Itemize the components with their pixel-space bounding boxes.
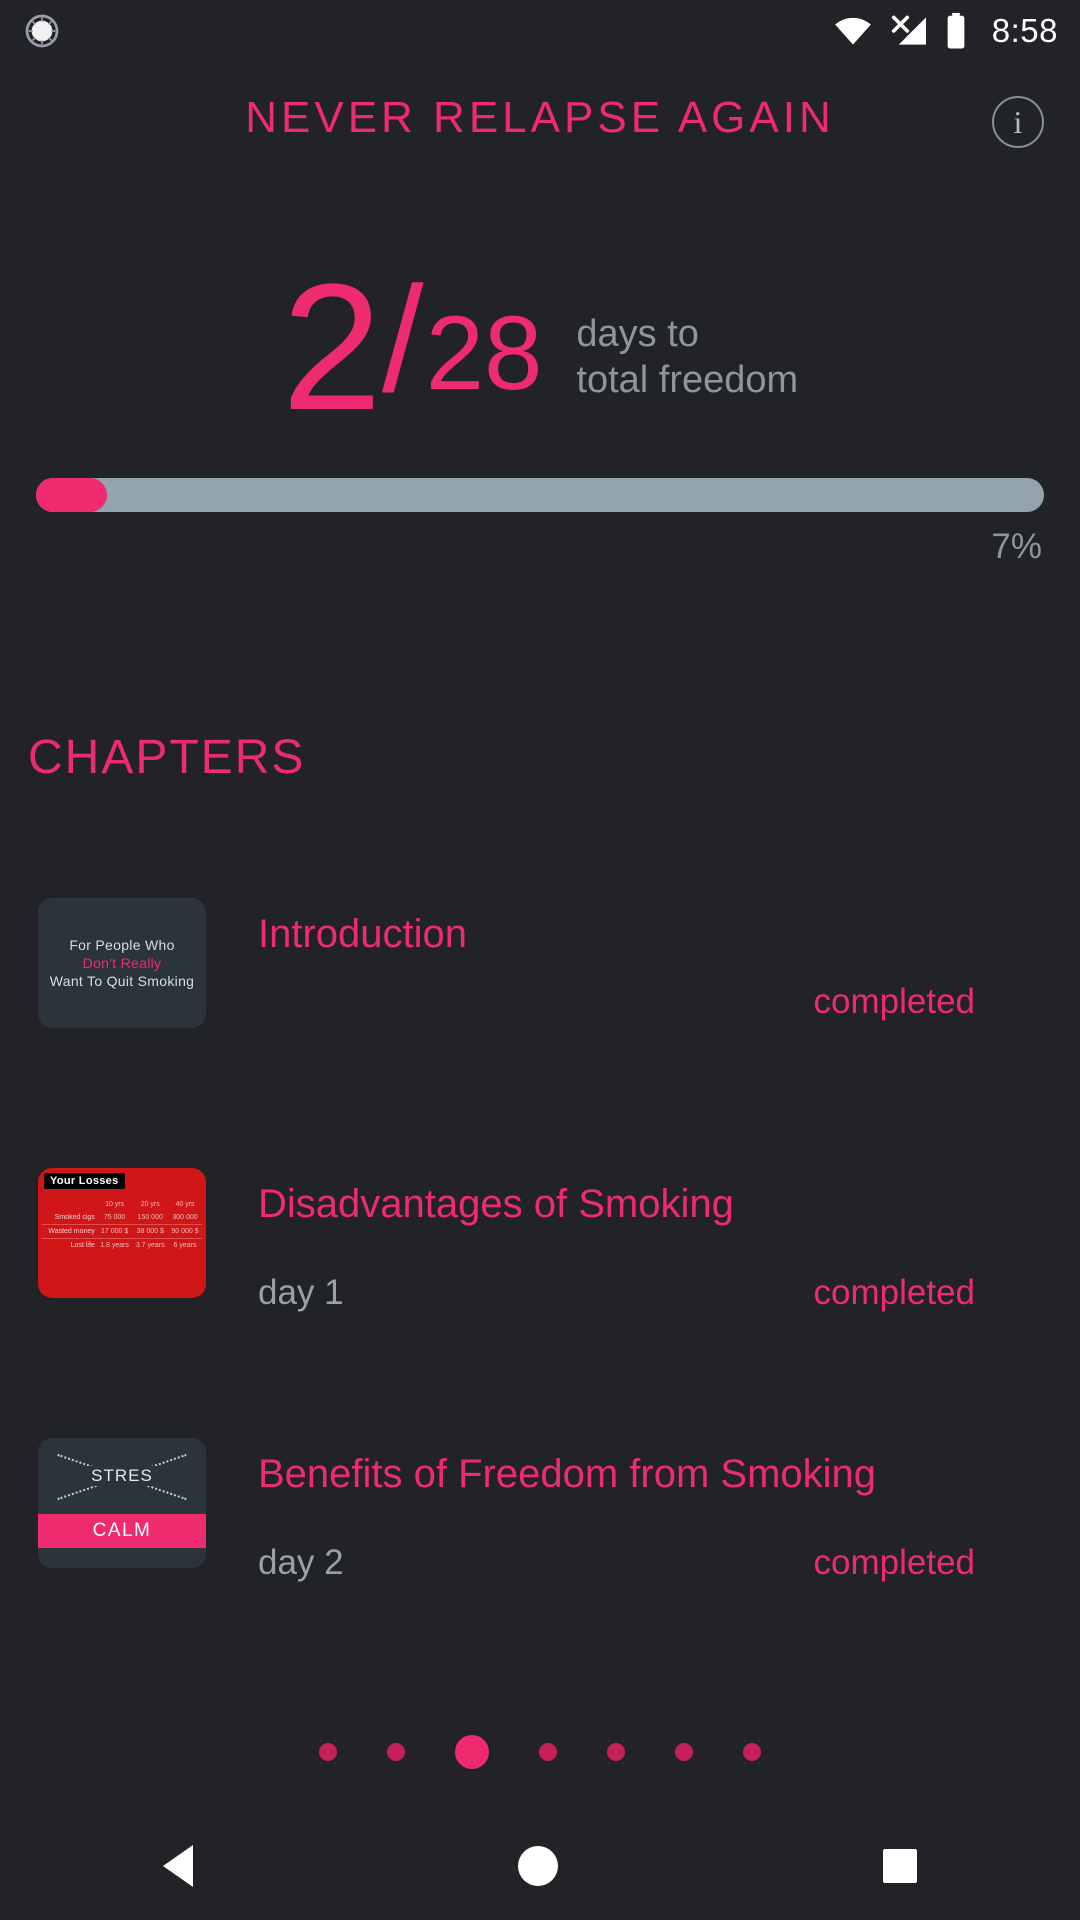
info-icon-glyph: i xyxy=(1013,104,1023,140)
cell-0-1: 150 000 xyxy=(132,1211,169,1225)
table-row: Lost life 1.8 years 3.7 years 6 years xyxy=(42,1239,202,1253)
cell-1-1: 38 000 $ xyxy=(132,1224,169,1239)
table-col-0: 10 yrs xyxy=(105,1201,125,1208)
page-title: NEVER RELAPSE AGAIN xyxy=(245,93,835,142)
status-bar-left xyxy=(22,11,62,51)
status-bar: 8:58 xyxy=(0,0,1080,62)
days-total: 28 xyxy=(425,294,543,412)
chapters-list: For People Who Don't Really Want To Quit… xyxy=(0,890,1080,1700)
alarm-icon xyxy=(25,14,59,48)
row-label-0: Smoked cigs xyxy=(42,1211,97,1225)
nav-home-icon[interactable] xyxy=(517,1846,558,1886)
cell-1-2: 90 000 $ xyxy=(168,1224,202,1239)
days-counter-label-line1: days to xyxy=(576,313,699,356)
pagination-dot[interactable] xyxy=(607,1743,625,1761)
chapter-day-label: day 2 xyxy=(258,1543,344,1582)
cell-2-0: 1.8 years xyxy=(100,1242,129,1249)
table-row: Wasted money 17 000 $ 38 000 $ 90 000 $ xyxy=(42,1224,202,1239)
days-counter-label: days to total freedom xyxy=(576,311,798,404)
chapter-title: Introduction xyxy=(258,912,468,956)
chapters-heading: CHAPTERS xyxy=(28,731,306,784)
table-row: Smoked cigs 75 000 150 000 300 000 xyxy=(42,1211,202,1225)
nav-recents-icon[interactable] xyxy=(883,1849,918,1883)
chapter-day-label: day 1 xyxy=(258,1273,344,1312)
chapter-item-introduction[interactable]: For People Who Don't Really Want To Quit… xyxy=(0,890,1080,1160)
chapter-thumbnail-benefits[interactable]: STRES CALM xyxy=(38,1438,206,1568)
chapter-title: Disadvantages of Smoking xyxy=(258,1182,734,1226)
thumb-spacer xyxy=(38,1548,206,1568)
cell-0-2: 300 000 xyxy=(168,1211,202,1225)
thumb-losses-badge: Your Losses xyxy=(44,1173,125,1189)
table-col-2: 40 yrs xyxy=(175,1201,195,1208)
wifi-icon xyxy=(834,17,871,45)
cell-2-2: 6 years xyxy=(173,1242,197,1249)
row-label-2: Lost life xyxy=(70,1242,95,1249)
days-current: 2 xyxy=(281,247,382,448)
chapter-status-badge: completed xyxy=(813,1273,975,1312)
days-counter: 2 / 28 days to total freedom xyxy=(0,254,1080,438)
status-bar-clock: 8:58 xyxy=(991,12,1058,49)
nav-back-icon[interactable] xyxy=(162,1845,193,1887)
thumb-losses-table: 10 yrs 20 yrs 40 yrs Smoked cigs 75 000 … xyxy=(42,1198,202,1252)
progress-bar-fill xyxy=(36,478,107,512)
row-label-1: Wasted money xyxy=(42,1224,97,1239)
thumb-intro-line3: Want To Quit Smoking xyxy=(49,973,195,989)
info-icon[interactable]: i xyxy=(992,96,1044,148)
thumb-stress-group: STRES xyxy=(38,1438,206,1514)
thumb-calm-band: CALM xyxy=(38,1514,206,1548)
days-counter-label-line2: total freedom xyxy=(576,359,799,402)
chapter-thumbnail-disadvantages[interactable]: Your Losses 10 yrs 20 yrs 40 yrs Smoked … xyxy=(38,1168,206,1298)
thumb-stress-word: STRES xyxy=(87,1466,157,1486)
app-screen: 8:58 NEVER RELAPSE AGAIN i 2 / 28 days t… xyxy=(0,0,1080,1920)
chapter-title: Benefits of Freedom from Smoking xyxy=(258,1452,877,1496)
table-col-1: 20 yrs xyxy=(140,1201,160,1208)
progress-percent-label: 7% xyxy=(991,527,1042,566)
table-header-row: 10 yrs 20 yrs 40 yrs xyxy=(42,1198,202,1211)
progress-bar xyxy=(36,478,1044,512)
thumb-intro-line1: For People Who xyxy=(69,937,175,953)
cell-2-1: 3.7 years xyxy=(135,1242,165,1249)
battery-icon xyxy=(947,12,965,49)
pagination-dot[interactable] xyxy=(455,1735,489,1769)
chapter-status-badge: completed xyxy=(813,982,975,1021)
pagination-dots[interactable] xyxy=(0,1735,1080,1769)
chapter-item-disadvantages-of-smoking[interactable]: Your Losses 10 yrs 20 yrs 40 yrs Smoked … xyxy=(0,1160,1080,1430)
app-title-row: NEVER RELAPSE AGAIN xyxy=(0,78,1080,158)
status-bar-right: 8:58 xyxy=(832,12,1058,50)
chapter-thumbnail-introduction[interactable]: For People Who Don't Really Want To Quit… xyxy=(38,898,206,1028)
pagination-dot[interactable] xyxy=(387,1743,405,1761)
thumb-intro-line2: Don't Really xyxy=(82,955,162,971)
pagination-dot[interactable] xyxy=(539,1743,557,1761)
chapter-status-badge: completed xyxy=(813,1543,975,1582)
pagination-dot[interactable] xyxy=(743,1743,761,1761)
cell-0-0: 75 000 xyxy=(96,1211,133,1225)
table-corner-cell xyxy=(42,1198,97,1211)
cellular-signal-off-icon xyxy=(891,15,926,45)
cell-1-0: 17 000 $ xyxy=(96,1224,133,1239)
pagination-dot[interactable] xyxy=(675,1743,693,1761)
pagination-dot[interactable] xyxy=(319,1743,337,1761)
chapter-item-benefits-of-freedom[interactable]: STRES CALM Benefits of Freedom from Smok… xyxy=(0,1430,1080,1700)
android-nav-bar xyxy=(0,1812,1080,1920)
days-separator: / xyxy=(381,254,424,423)
